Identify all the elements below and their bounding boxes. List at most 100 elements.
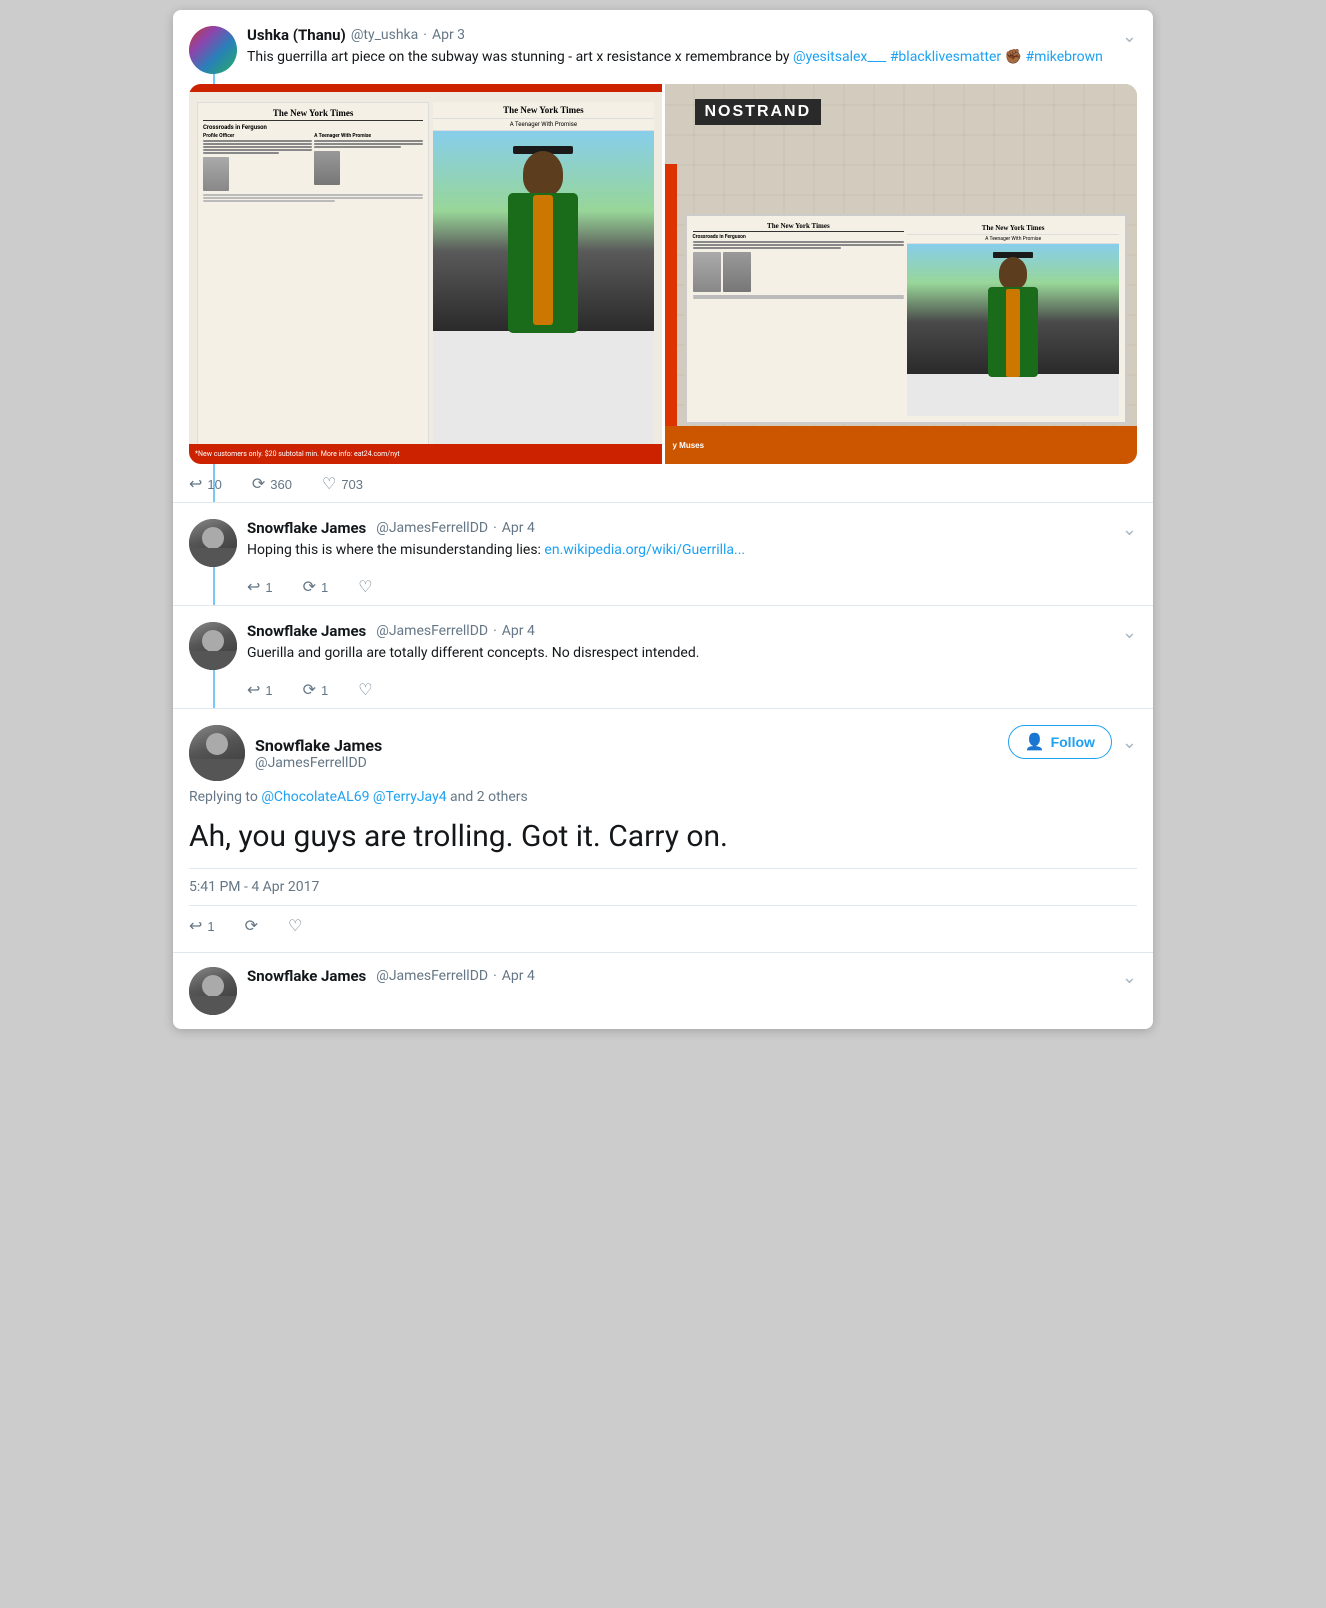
reply-button-3[interactable]: ↩ 1 — [247, 680, 273, 700]
tweet-actions-2: ↩ 1 ⟳ 1 ♡ — [247, 577, 1137, 597]
like-icon-3: ♡ — [358, 680, 372, 700]
tweet-images: The New York Times Crossroads in Ferguso… — [189, 84, 1137, 464]
wiki-link[interactable]: en.wikipedia.org/wiki/Guerrilla... — [544, 542, 745, 558]
like-icon-2: ♡ — [358, 577, 372, 597]
retweet-button-3[interactable]: ⟳ 1 — [303, 680, 329, 700]
chevron-button[interactable]: ⌄ — [1122, 26, 1137, 47]
like-button-3[interactable]: ♡ — [358, 680, 372, 700]
main-reply-icon: ↩ — [189, 916, 202, 936]
retweet-icon-3: ⟳ — [303, 680, 316, 700]
retweet-button[interactable]: ⟳ 360 — [252, 474, 292, 494]
hashtag-mikebrown[interactable]: #mikebrown — [1022, 49, 1103, 65]
tweet-meta-3: Snowflake James @JamesFerrellDD · Apr 4 … — [247, 622, 1137, 664]
tweet-handle: @ty_ushka — [351, 27, 418, 43]
main-tweet-actions: 👤 Follow ⌄ — [1008, 725, 1137, 759]
tweet-date-3: Apr 4 — [502, 623, 535, 639]
tweet-name-2: Snowflake James — [247, 519, 366, 537]
ushka-tweet: Ushka (Thanu) @ty_ushka · Apr 3 This gue… — [173, 10, 1153, 503]
sj-tweet-1: Snowflake James @JamesFerrellDD · Apr 4 … — [173, 503, 1153, 606]
main-tweet-name-block: Snowflake James @JamesFerrellDD — [255, 736, 382, 771]
bottom-sj-avatar — [189, 967, 237, 1015]
like-icon: ♡ — [322, 474, 336, 494]
follow-label: Follow — [1051, 734, 1095, 750]
bottom-tweet-handle: @JamesFerrellDD — [376, 968, 488, 984]
tweet-handle-2: @JamesFerrellDD — [376, 520, 488, 536]
tweet-text: This guerrilla art piece on the subway w… — [247, 48, 1137, 68]
follow-icon: 👤 — [1025, 732, 1045, 752]
tweet-card: Ushka (Thanu) @ty_ushka · Apr 3 This gue… — [173, 10, 1153, 1029]
tweet-header-2: Snowflake James @JamesFerrellDD · Apr 4 … — [189, 519, 1137, 567]
sj-avatar-body — [189, 548, 237, 567]
tweet-name-line-3: Snowflake James @JamesFerrellDD · Apr 4 — [247, 622, 1137, 640]
tweet-actions-3: ↩ 1 ⟳ 1 ♡ — [247, 680, 1137, 700]
retweet-icon: ⟳ — [252, 474, 265, 494]
main-tweet-handle: @JamesFerrellDD — [255, 755, 382, 771]
main-retweet-button[interactable]: ⟳ — [245, 916, 258, 936]
main-like-icon: ♡ — [288, 916, 302, 936]
emoji-fist: ✊🏾 — [1001, 49, 1022, 65]
main-tweet-name: Snowflake James — [255, 736, 382, 755]
reply-count-2: 1 — [265, 580, 272, 595]
main-reply-count: 1 — [207, 919, 214, 934]
main-tweet-text: Ah, you guys are trolling. Got it. Carry… — [189, 817, 1137, 856]
reply-icon-2: ↩ — [247, 577, 260, 597]
chevron-button-3[interactable]: ⌄ — [1122, 622, 1137, 643]
like-button[interactable]: ♡ 703 — [322, 474, 363, 494]
reply-mention-2[interactable]: @TerryJay4 — [373, 789, 447, 805]
retweet-count-2: 1 — [321, 580, 328, 595]
tweet-name-3: Snowflake James — [247, 622, 366, 640]
subway-image-right: NOSTRAND The New York Times Crossroads i… — [665, 84, 1138, 464]
tweet-dot: · — [423, 27, 427, 43]
main-reply-button[interactable]: ↩ 1 — [189, 916, 215, 936]
reply-button-2[interactable]: ↩ 1 — [247, 577, 273, 597]
tweet-text-3: Guerilla and gorilla are totally differe… — [247, 644, 1137, 664]
main-tweet-header: Snowflake James @JamesFerrellDD 👤 Follow… — [189, 725, 1137, 781]
main-sj-avatar — [189, 725, 245, 781]
bottom-preview-tweet: Snowflake James @JamesFerrellDD · Apr 4 … — [173, 952, 1153, 1029]
main-retweet-icon: ⟳ — [245, 916, 258, 936]
main-like-button[interactable]: ♡ — [288, 916, 302, 936]
tweet-name-line-2: Snowflake James @JamesFerrellDD · Apr 4 — [247, 519, 1137, 537]
mention-yesitsalex[interactable]: @yesitsalex___ — [793, 49, 886, 65]
retweet-count: 360 — [270, 477, 292, 492]
bottom-preview-content: Snowflake James @JamesFerrellDD · Apr 4 — [247, 967, 1112, 985]
newspaper-image-left: The New York Times Crossroads in Ferguso… — [189, 84, 662, 464]
tweet-date-2: Apr 4 — [502, 520, 535, 536]
bottom-name-line: Snowflake James @JamesFerrellDD · Apr 4 — [247, 967, 1112, 985]
thread-line-2 — [213, 567, 215, 605]
tweet-header-3: Snowflake James @JamesFerrellDD · Apr 4 … — [189, 622, 1137, 670]
tweet-text-2: Hoping this is where the misunderstandin… — [247, 541, 1137, 561]
like-count: 703 — [341, 477, 363, 492]
tweet-meta: Ushka (Thanu) @ty_ushka · Apr 3 This gue… — [247, 26, 1137, 68]
chevron-button-2[interactable]: ⌄ — [1122, 519, 1137, 540]
bottom-sj-avatar-body — [189, 996, 237, 1015]
follow-button[interactable]: 👤 Follow — [1008, 725, 1112, 759]
sj-tweet-2: Snowflake James @JamesFerrellDD · Apr 4 … — [173, 606, 1153, 709]
main-tweet-user: Snowflake James @JamesFerrellDD — [189, 725, 382, 781]
main-expanded-tweet: Snowflake James @JamesFerrellDD 👤 Follow… — [173, 709, 1153, 952]
ushka-avatar — [189, 26, 237, 74]
sj-avatar-2 — [189, 622, 237, 670]
sj-avatar-1 — [189, 519, 237, 567]
tweet-name-line: Ushka (Thanu) @ty_ushka · Apr 3 — [247, 26, 1137, 44]
chevron-button-bottom[interactable]: ⌄ — [1122, 967, 1137, 988]
tweet-header: Ushka (Thanu) @ty_ushka · Apr 3 This gue… — [189, 26, 1137, 74]
hashtag-blacklivesmatter[interactable]: #blacklivesmatter — [890, 49, 1001, 65]
reply-count-3: 1 — [265, 683, 272, 698]
reply-icon: ↩ — [189, 474, 202, 494]
tweet-date: Apr 3 — [432, 27, 465, 43]
reply-icon-3: ↩ — [247, 680, 260, 700]
retweet-button-2[interactable]: ⟳ 1 — [303, 577, 329, 597]
thread-line-3 — [213, 670, 215, 708]
reply-button[interactable]: ↩ 10 — [189, 474, 222, 494]
retweet-count-3: 1 — [321, 683, 328, 698]
tweet-handle-3: @JamesFerrellDD — [376, 623, 488, 639]
main-tweet-footer: ↩ 1 ⟳ ♡ — [189, 905, 1137, 936]
tweet-name: Ushka (Thanu) — [247, 26, 346, 44]
chevron-button-main[interactable]: ⌄ — [1122, 732, 1137, 753]
bottom-tweet-name: Snowflake James — [247, 967, 366, 985]
reply-mention-1[interactable]: @ChocolateAL69 — [261, 789, 369, 805]
like-button-2[interactable]: ♡ — [358, 577, 372, 597]
bottom-tweet-date: Apr 4 — [502, 968, 535, 984]
main-tweet-timestamp: 5:41 PM - 4 Apr 2017 — [189, 868, 1137, 895]
